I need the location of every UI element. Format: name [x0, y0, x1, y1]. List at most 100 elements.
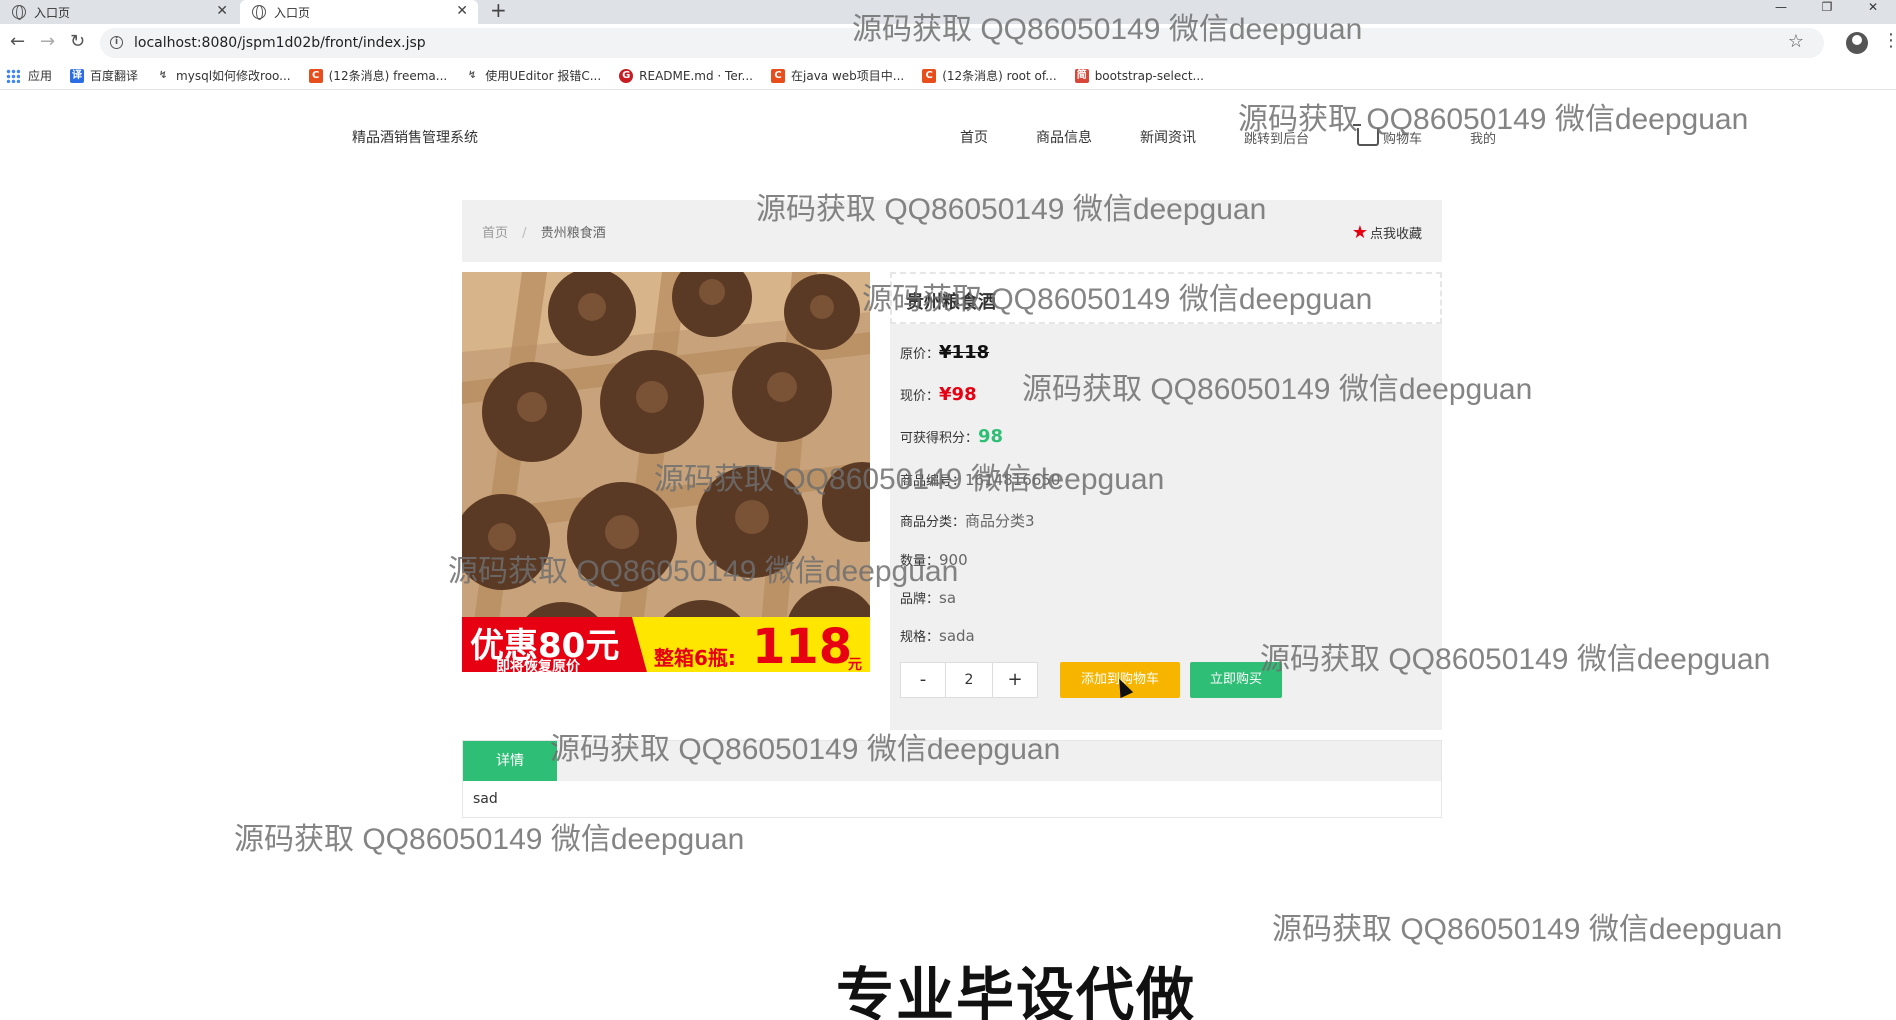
bookmark-apps[interactable]: 应用 [6, 67, 52, 84]
star-icon: ★ [1351, 222, 1368, 243]
link-icon: ↯ [158, 69, 168, 81]
close-tab-icon[interactable]: ✕ [456, 3, 468, 19]
points-label: 可获得积分： [900, 431, 979, 446]
translate-icon: 译 [70, 68, 85, 83]
nav-cart[interactable]: 购物车 [1353, 124, 1423, 147]
gitee-icon: G [619, 68, 634, 83]
bookmark-label: (12条消息) root of... [942, 69, 1057, 83]
current-price: ¥98 [939, 384, 977, 405]
product-info-panel: 贵州粮食酒 原价： ¥118 现价： ¥98 可获得积分： 98 商品编号： 1… [890, 272, 1442, 730]
browser-tab-strip: 入口页 ✕ 入口页 ✕ + — ❐ ✕ [0, 0, 1896, 24]
bookmark-label: bootstrap-select... [1094, 68, 1204, 83]
detail-tab-bar: 详情 [463, 741, 1441, 781]
detail-section: 详情 sad [462, 740, 1442, 818]
bookmark-label: mysql如何修改roo... [176, 69, 291, 83]
product-name: 贵州粮食酒 [906, 292, 996, 313]
window-controls: — ❐ ✕ [1758, 0, 1896, 20]
points-value: 98 [978, 426, 1004, 447]
increase-quantity-button[interactable]: + [992, 662, 1038, 698]
cart-icon [1353, 124, 1380, 146]
image-unit-text: 元 [848, 657, 862, 672]
bookmark-label: 在java web项目中... [791, 69, 905, 83]
brand-value: sa [939, 589, 957, 607]
spec-row: 规格： sada [900, 626, 975, 645]
bookmark-item[interactable]: G README.md · Ter... [619, 68, 753, 83]
detail-content: sad [473, 791, 498, 807]
bookmark-item[interactable]: 简 bootstrap-select... [1074, 68, 1204, 83]
code-label: 商品编号： [900, 474, 966, 489]
address-bar-row: ← → ↻ i localhost:8080/jspm1d02b/front/i… [0, 24, 1896, 62]
breadcrumb-separator: / [522, 226, 527, 241]
profile-icon[interactable] [1846, 32, 1868, 54]
reload-icon[interactable]: ↻ [70, 32, 85, 52]
brand-label: 品牌： [900, 592, 940, 607]
restore-icon[interactable]: ❐ [1804, 0, 1850, 20]
nav-products[interactable]: 商品信息 [1036, 127, 1092, 147]
breadcrumb: 首页 / 贵州粮食酒 [482, 222, 606, 241]
bookmark-item[interactable]: C (12条消息) root of... [922, 67, 1057, 84]
url-text[interactable]: localhost:8080/jspm1d02b/front/index.jsp [134, 35, 426, 51]
category-label: 商品分类： [900, 515, 966, 530]
bookmark-item[interactable]: 译 百度翻译 [70, 67, 138, 84]
original-price-label: 原价： [900, 347, 940, 362]
nav-news[interactable]: 新闻资讯 [1140, 127, 1196, 147]
category-value: 商品分类3 [965, 512, 1035, 530]
product-name-bar: 贵州粮食酒 [890, 272, 1442, 324]
buy-now-button[interactable]: 立即购买 [1190, 662, 1282, 698]
promo-banner-text: 专业毕设代做 [836, 961, 1197, 1020]
close-window-icon[interactable]: ✕ [1850, 0, 1896, 20]
bookmark-label: (12条消息) freema... [328, 69, 448, 83]
nav-mine[interactable]: 我的 [1470, 127, 1496, 147]
bookmark-item[interactable]: ↯ 使用UEditor 报错C... [465, 67, 601, 84]
breadcrumb-home[interactable]: 首页 [482, 226, 508, 241]
new-tab-button[interactable]: + [490, 0, 507, 20]
decrease-quantity-button[interactable]: - [900, 662, 946, 698]
info-icon[interactable]: i [110, 36, 123, 49]
bookmark-item[interactable]: C 在java web项目中... [771, 67, 904, 84]
globe-icon [12, 5, 26, 20]
spec-label: 规格： [900, 630, 940, 645]
points-row: 可获得积分： 98 [900, 426, 1003, 447]
image-price-text: 118 [752, 619, 853, 672]
bookmark-label: README.md · Ter... [639, 68, 753, 83]
category-row: 商品分类： 商品分类3 [900, 510, 1035, 531]
nav-admin[interactable]: 跳转到后台 [1244, 127, 1309, 147]
code-value: 1614816650 [965, 471, 1061, 489]
current-price-label: 现价： [900, 389, 940, 404]
nav-home[interactable]: 首页 [960, 127, 988, 147]
back-icon[interactable]: ← [10, 32, 25, 52]
stock-row: 数量： 900 [900, 550, 968, 569]
site-logo[interactable]: 精品酒销售管理系统 [352, 127, 478, 147]
page-content: 精品酒销售管理系统 首页 商品信息 新闻资讯 跳转到后台 购物车 我的 首页 /… [0, 90, 1896, 1020]
bookmark-label: 应用 [28, 69, 53, 83]
bookmark-label: 百度翻译 [90, 69, 139, 83]
current-price-row: 现价： ¥98 [900, 384, 977, 405]
csdn-icon: C [922, 68, 937, 83]
image-promo-sub: 即将恢复原价 [496, 659, 580, 672]
bookmark-item[interactable]: C (12条消息) freema... [308, 67, 448, 84]
globe-icon [252, 5, 266, 20]
forward-icon[interactable]: → [40, 32, 55, 52]
original-price-row: 原价： ¥118 [900, 342, 989, 363]
top-navigation: 首页 商品信息 新闻资讯 跳转到后台 购物车 我的 [960, 124, 1544, 147]
bookmark-star-icon[interactable]: ☆ [1788, 31, 1804, 52]
quantity-input[interactable]: 2 [946, 662, 992, 698]
minimize-icon[interactable]: — [1758, 0, 1804, 20]
apps-icon [6, 68, 20, 83]
bookmark-label: 使用UEditor 报错C... [485, 69, 602, 83]
original-price: ¥118 [939, 342, 990, 363]
tab-detail[interactable]: 详情 [463, 741, 557, 781]
bookmark-item[interactable]: ↯ mysql如何修改roo... [156, 67, 291, 84]
nav-cart-label: 购物车 [1383, 131, 1423, 147]
close-tab-icon[interactable]: ✕ [216, 3, 228, 19]
browser-menu-icon[interactable]: ⋮ [1882, 30, 1896, 51]
favorite-button[interactable]: ★ 点我收藏 [1352, 222, 1422, 243]
quantity-stepper: - 2 + [900, 662, 1038, 698]
browser-tab[interactable]: 入口页 ✕ [0, 0, 238, 24]
browser-tab-active[interactable]: 入口页 ✕ [240, 0, 478, 24]
brand-row: 品牌： sa [900, 588, 956, 607]
tab-title: 入口页 [274, 5, 311, 20]
breadcrumb-bar: 首页 / 贵州粮食酒 ★ 点我收藏 [462, 200, 1442, 262]
csdn-icon: C [308, 68, 323, 83]
url-field[interactable]: i localhost:8080/jspm1d02b/front/index.j… [100, 28, 1824, 58]
